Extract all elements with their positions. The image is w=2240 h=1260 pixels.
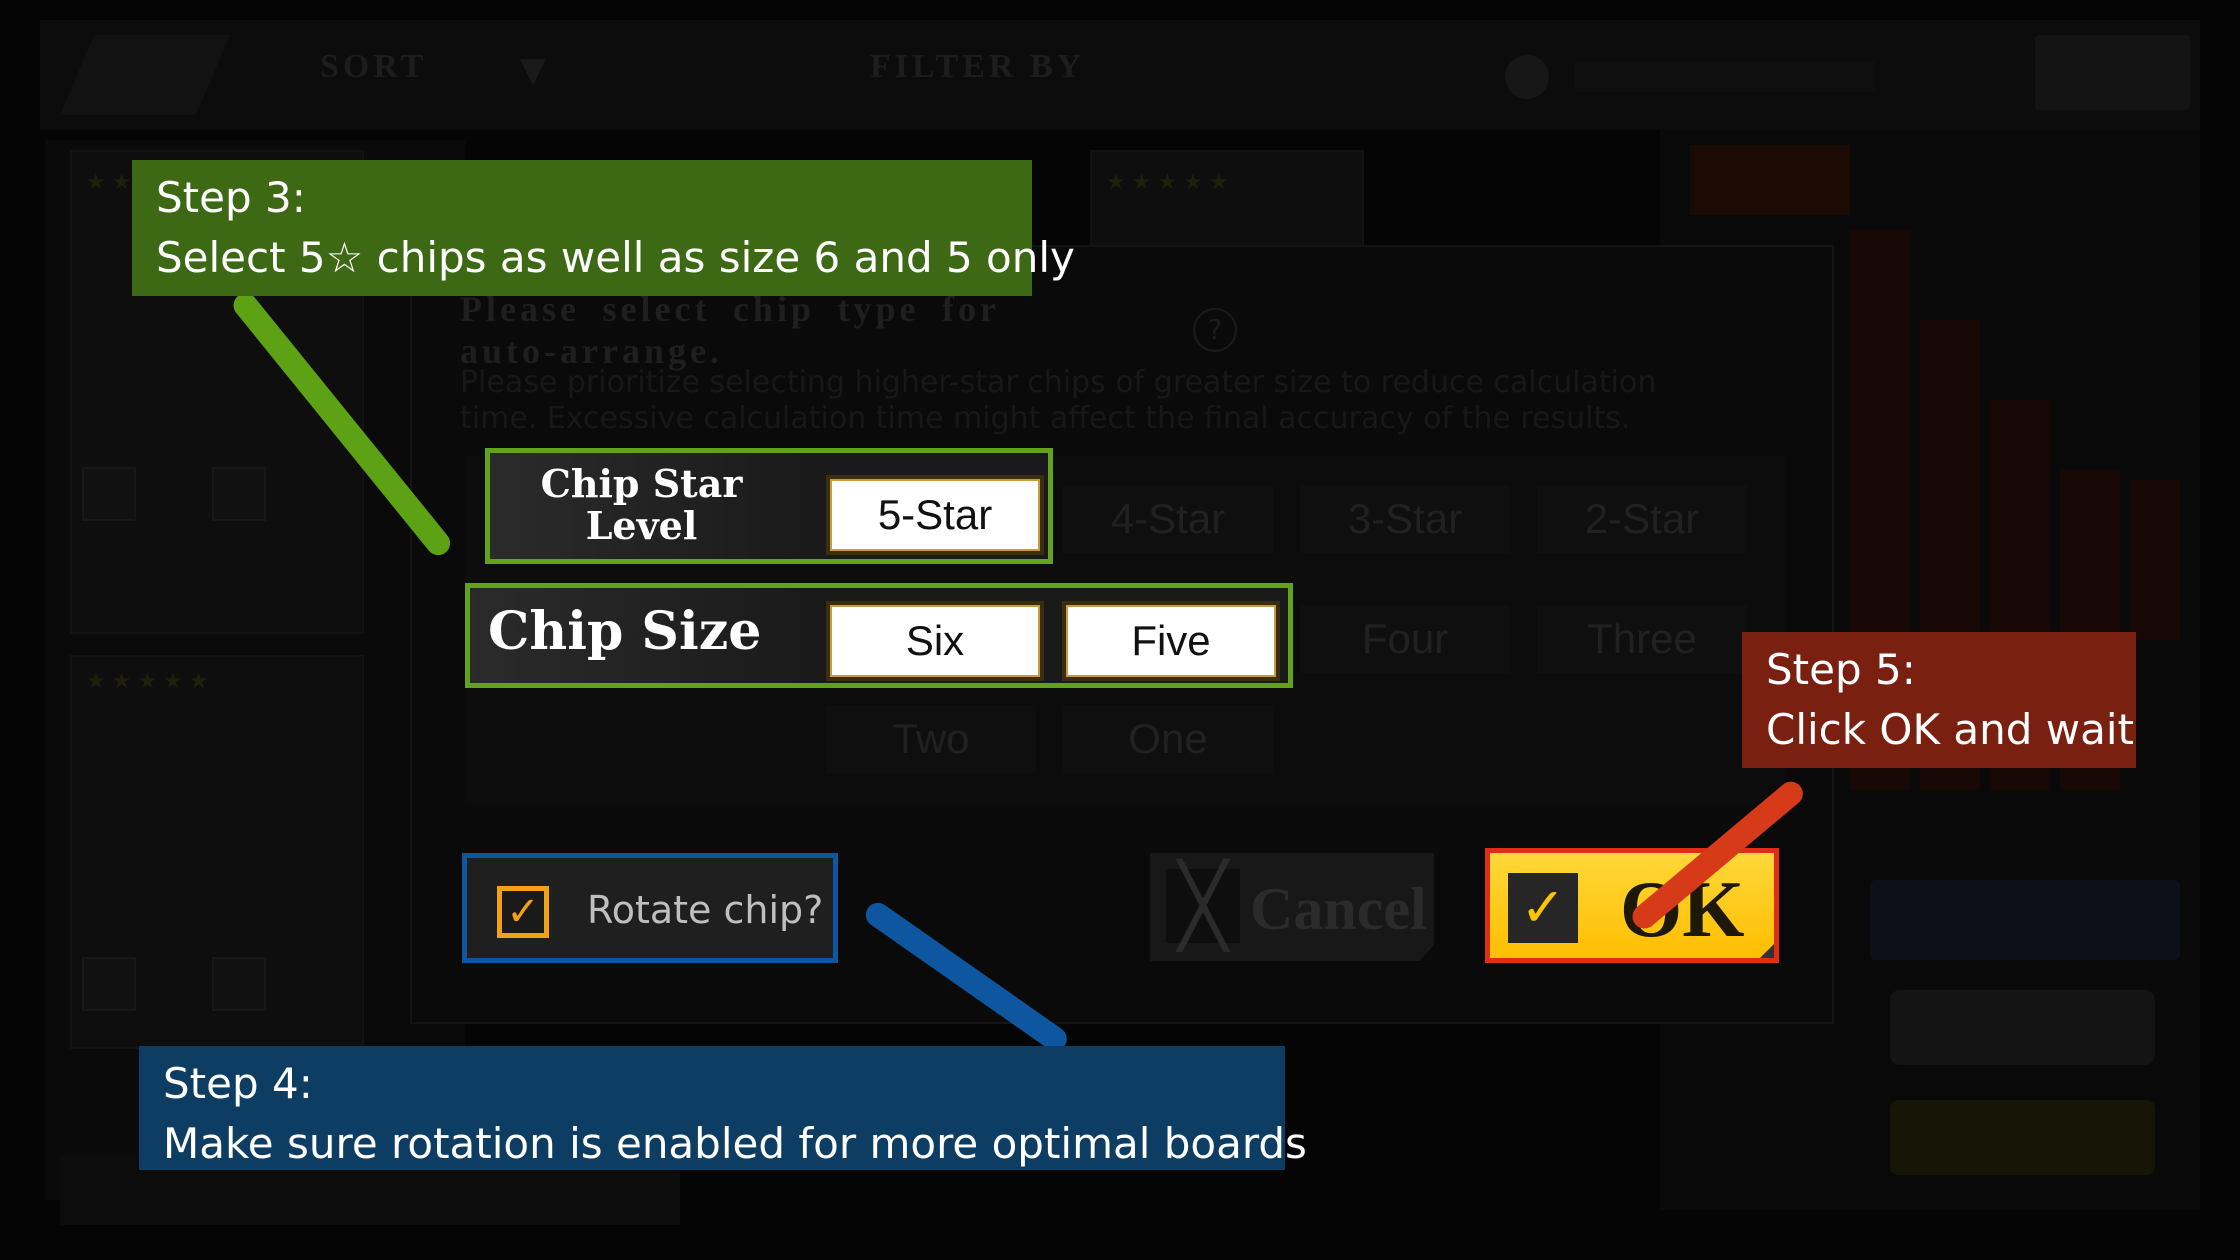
board-slot[interactable] bbox=[1870, 880, 2180, 960]
step5-body: Click OK and wait bbox=[1766, 705, 2134, 754]
size-option-three[interactable]: Three bbox=[1537, 605, 1747, 673]
step3-callout: Step 3: Select 5☆ chips as well as size … bbox=[132, 160, 1075, 296]
chip-slot bbox=[212, 467, 266, 521]
star-rating-icon: ★★★★★ bbox=[1106, 170, 1235, 195]
sort-label[interactable]: SORT bbox=[320, 48, 427, 86]
board-tab[interactable] bbox=[1690, 145, 1850, 215]
question-icon[interactable]: ? bbox=[1193, 308, 1237, 352]
star-option-2[interactable]: 2-Star bbox=[1537, 485, 1747, 553]
chip-size-label: Chip Size bbox=[470, 588, 793, 683]
chip-slot bbox=[82, 957, 136, 1011]
chip-size-row: Chip Size Six Five bbox=[465, 583, 1293, 688]
step5-callout: Step 5: Click OK and wait bbox=[1742, 632, 2136, 768]
rotate-chip-label: Rotate chip? bbox=[587, 888, 824, 932]
sort-caret-icon[interactable]: ▼ bbox=[520, 50, 546, 90]
ok-button[interactable]: ✓ OK bbox=[1485, 848, 1779, 963]
rotate-chip-toggle[interactable]: ✓ Rotate chip? bbox=[462, 853, 838, 963]
board-secondary-button[interactable] bbox=[1890, 990, 2155, 1065]
step4-callout: Step 4: Make sure rotation is enabled fo… bbox=[139, 1046, 1307, 1170]
step5-title: Step 5: bbox=[1766, 645, 1916, 694]
checkbox-checked-icon[interactable]: ✓ bbox=[497, 886, 549, 938]
dialog-title: Please select chip type for auto-arrange… bbox=[460, 289, 1000, 371]
size-option-five[interactable]: Five bbox=[1062, 601, 1280, 681]
help-text bbox=[1575, 62, 1875, 92]
step3-title: Step 3: bbox=[156, 173, 306, 222]
step3-body: Select 5☆ chips as well as size 6 and 5 … bbox=[156, 233, 1075, 282]
size-option-two[interactable]: Two bbox=[826, 705, 1036, 773]
star-option-3[interactable]: 3-Star bbox=[1300, 485, 1510, 553]
star-rating-icon: ★★★★★ bbox=[86, 669, 215, 694]
chip-slot bbox=[212, 957, 266, 1011]
info-icon[interactable] bbox=[1505, 55, 1549, 99]
close-icon: ╳ bbox=[1166, 866, 1240, 946]
size-option-one[interactable]: One bbox=[1063, 705, 1273, 773]
dialog-note: Please prioritize selecting higher-star … bbox=[460, 365, 1657, 436]
star-level-row: Chip Star Level 5-Star bbox=[485, 448, 1053, 564]
board-bar bbox=[2130, 480, 2180, 640]
star-option-4[interactable]: 4-Star bbox=[1063, 485, 1273, 553]
star-level-label-line1: Chip Star bbox=[540, 461, 743, 506]
check-icon: ✓ bbox=[1508, 873, 1578, 943]
corner-button[interactable] bbox=[2035, 35, 2190, 110]
filter-label[interactable]: FILTER BY bbox=[870, 48, 1085, 86]
step4-body: Make sure rotation is enabled for more o… bbox=[163, 1119, 1307, 1168]
step4-title: Step 4: bbox=[163, 1059, 313, 1108]
board-primary-button[interactable] bbox=[1890, 1100, 2155, 1175]
chip-card[interactable]: ★★★★★ bbox=[70, 655, 364, 1049]
size-option-four[interactable]: Four bbox=[1300, 605, 1510, 673]
star-level-label: Chip Star Level bbox=[490, 453, 793, 559]
corner-notch bbox=[1760, 944, 1774, 958]
size-option-six[interactable]: Six bbox=[826, 601, 1044, 681]
cancel-button[interactable]: ╳ Cancel bbox=[1150, 853, 1434, 961]
star-level-label-line2: Level bbox=[585, 503, 698, 548]
chip-slot bbox=[82, 467, 136, 521]
cancel-label: Cancel bbox=[1250, 876, 1427, 942]
star-option-5[interactable]: 5-Star bbox=[826, 475, 1044, 555]
